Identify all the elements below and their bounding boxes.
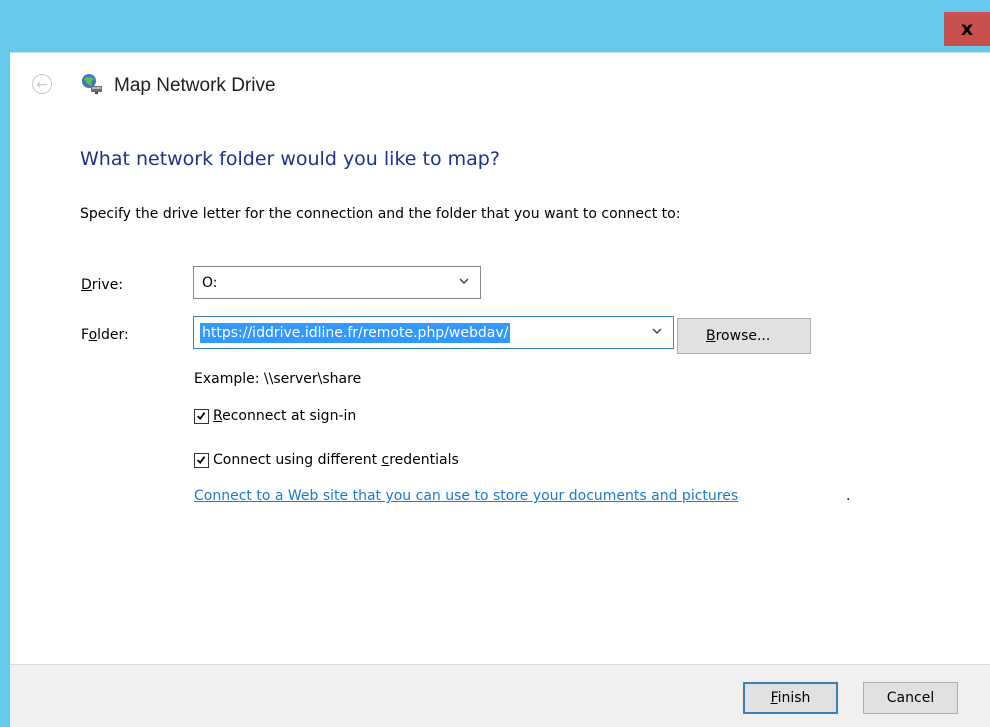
folder-label: Folder: [81, 327, 129, 343]
reconnect-checkbox[interactable]: Reconnect at sign-in [194, 408, 356, 424]
drive-select[interactable]: O: [193, 266, 481, 299]
web-site-link[interactable]: Connect to a Web site that you can use t… [194, 488, 738, 504]
checkbox-checked-icon[interactable] [194, 408, 209, 424]
credentials-checkbox[interactable]: Connect using different credentials [194, 452, 459, 468]
page-description: Specify the drive letter for the connect… [80, 206, 681, 222]
finish-button[interactable]: Finish [743, 682, 838, 714]
dialog-footer: Finish Cancel [10, 664, 990, 727]
drive-value: O: [202, 275, 218, 291]
link-period: . [846, 488, 851, 504]
dialog-content: What network folder would you like to ma… [10, 118, 990, 664]
checkbox-checked-icon[interactable] [194, 452, 209, 468]
drive-label: Drive: [81, 277, 124, 293]
browse-button[interactable]: Browse... [677, 318, 811, 354]
chevron-down-icon [459, 278, 469, 285]
example-text: Example: \\server\share [194, 371, 362, 387]
dialog-title: Map Network Drive [114, 75, 276, 96]
folder-input[interactable]: https://iddrive.idline.fr/remote.php/web… [193, 316, 674, 349]
dialog-header: ← Map Network Drive [10, 52, 990, 119]
page-heading: What network folder would you like to ma… [80, 148, 500, 170]
folder-value: https://iddrive.idline.fr/remote.php/web… [200, 323, 511, 343]
back-arrow-icon[interactable]: ← [32, 74, 52, 94]
credentials-label: Connect using different credentials [213, 452, 459, 468]
close-button[interactable]: x [944, 12, 990, 46]
network-drive-icon [82, 74, 102, 94]
reconnect-label: Reconnect at sign-in [213, 408, 357, 424]
cancel-button[interactable]: Cancel [863, 682, 958, 714]
chevron-down-icon[interactable] [651, 325, 663, 337]
